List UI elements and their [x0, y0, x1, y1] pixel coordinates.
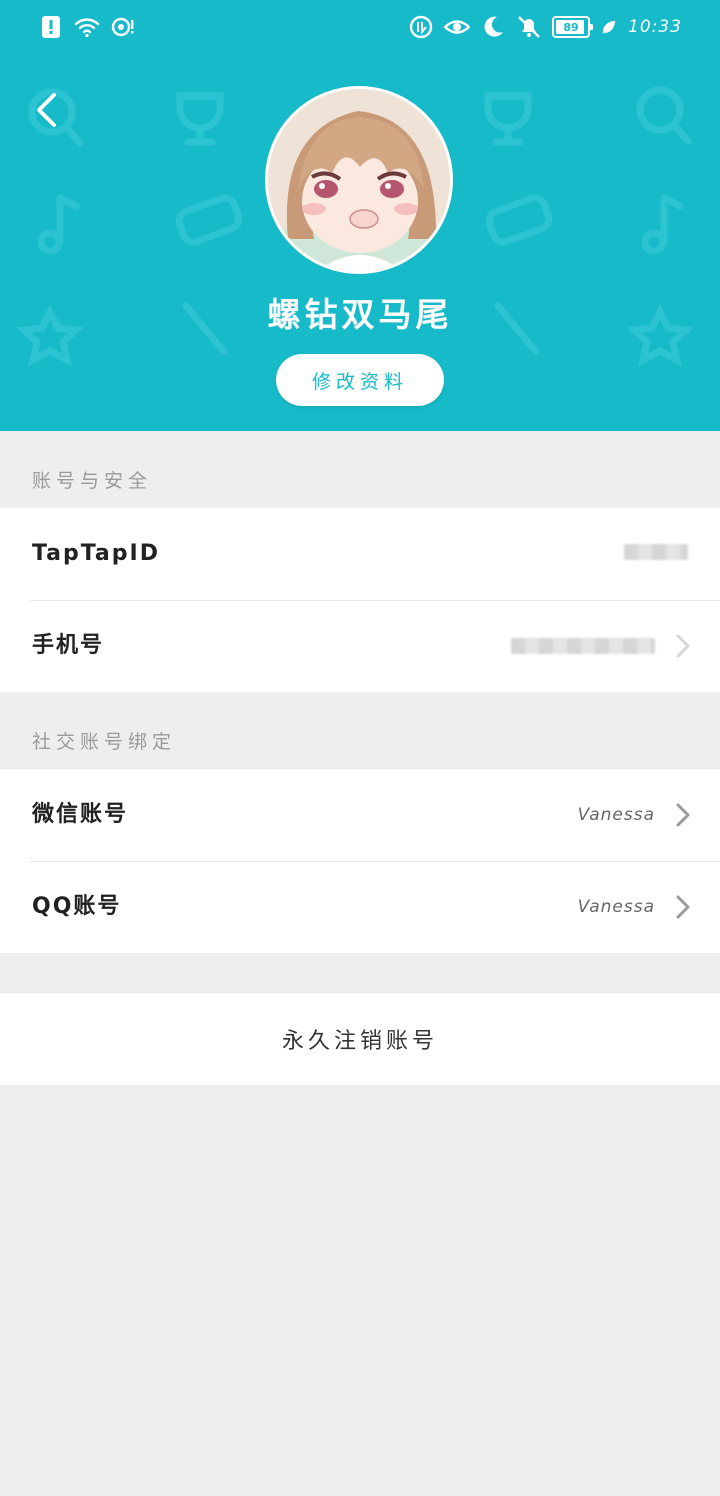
avatar-image — [268, 89, 450, 271]
wechat-account-value: Vanessa — [577, 805, 655, 825]
back-button[interactable] — [24, 86, 68, 134]
hotspot-icon — [111, 17, 134, 37]
wechat-account-row[interactable]: 微信账号 Vanessa — [0, 769, 720, 861]
phone-row[interactable]: 手机号 — [0, 600, 720, 692]
alert-icon — [42, 16, 60, 38]
chevron-right-icon — [676, 895, 690, 919]
phone-label: 手机号 — [32, 633, 105, 658]
wechat-account-label: 微信账号 — [32, 802, 129, 827]
eye-comfort-icon — [444, 20, 470, 34]
battery-indicator: 89 — [552, 16, 593, 38]
status-bar: 89 10:33 — [0, 0, 720, 56]
phone-value-redacted — [511, 638, 655, 654]
edit-profile-button[interactable]: 修改资料 — [276, 354, 444, 406]
chevron-right-icon — [676, 803, 690, 827]
battery-level: 89 — [563, 20, 579, 34]
data-saver-icon — [409, 15, 433, 39]
chevron-left-icon — [37, 93, 56, 127]
qq-account-value: Vanessa — [577, 897, 655, 917]
section-title-social-binding: 社交账号绑定 — [32, 731, 177, 753]
username: 螺钻双马尾 — [267, 295, 453, 334]
mute-bell-icon — [518, 16, 540, 38]
delete-account-label: 永久注销账号 — [281, 1029, 438, 1054]
avatar[interactable] — [265, 86, 453, 274]
qq-account-label: QQ账号 — [32, 894, 122, 919]
profile-header: 89 10:33 螺钻双马尾 修改资料 — [0, 0, 720, 431]
social-binding-group: 微信账号 Vanessa QQ账号 Vanessa — [0, 769, 720, 953]
taptap-id-label: TapTapID — [32, 541, 160, 566]
chevron-right-icon — [676, 634, 690, 658]
edit-profile-label: 修改资料 — [311, 370, 408, 393]
leaf-icon — [602, 20, 616, 34]
taptap-id-row[interactable]: TapTapID — [0, 508, 720, 600]
qq-account-row[interactable]: QQ账号 Vanessa — [0, 861, 720, 953]
taptap-id-value-redacted — [624, 544, 688, 560]
delete-account-button[interactable]: 永久注销账号 — [0, 993, 720, 1085]
status-time: 10:33 — [628, 17, 682, 37]
section-title-account-security: 账号与安全 — [32, 470, 153, 492]
account-security-group: TapTapID 手机号 — [0, 508, 720, 692]
moon-icon — [484, 16, 503, 37]
wifi-icon — [74, 18, 100, 38]
